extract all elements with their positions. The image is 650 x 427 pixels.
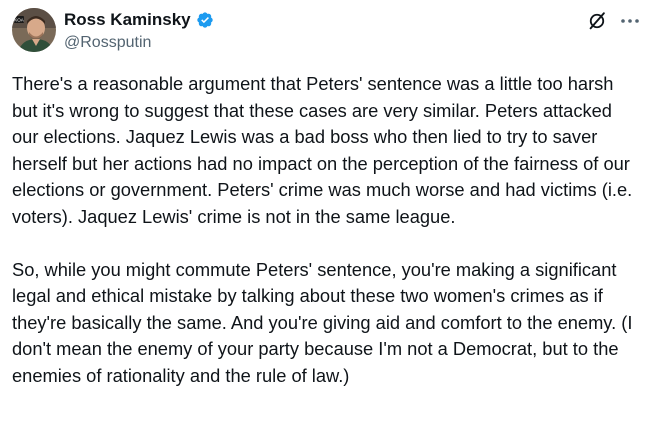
post-paragraph: So, while you might commute Peters' sent… — [12, 258, 633, 386]
author-handle[interactable]: @Rossputin — [64, 33, 151, 53]
author-display-name[interactable]: Ross Kaminsky — [64, 9, 191, 31]
avatar-image: KOA — [12, 8, 56, 52]
post-card: KOA Ross Kaminsky @Rossputin There's a r… — [0, 0, 650, 427]
grok-icon[interactable] — [586, 10, 608, 32]
avatar-badge-text: KOA — [14, 18, 24, 23]
verified-badge-icon — [196, 11, 214, 29]
author-name-row: Ross Kaminsky — [64, 9, 214, 31]
post-top-actions — [586, 10, 640, 32]
post-paragraph: There's a reasonable argument that Peter… — [12, 73, 633, 227]
post-text: There's a reasonable argument that Peter… — [12, 71, 640, 389]
avatar[interactable]: KOA — [12, 8, 56, 52]
more-options-icon[interactable] — [620, 10, 640, 32]
